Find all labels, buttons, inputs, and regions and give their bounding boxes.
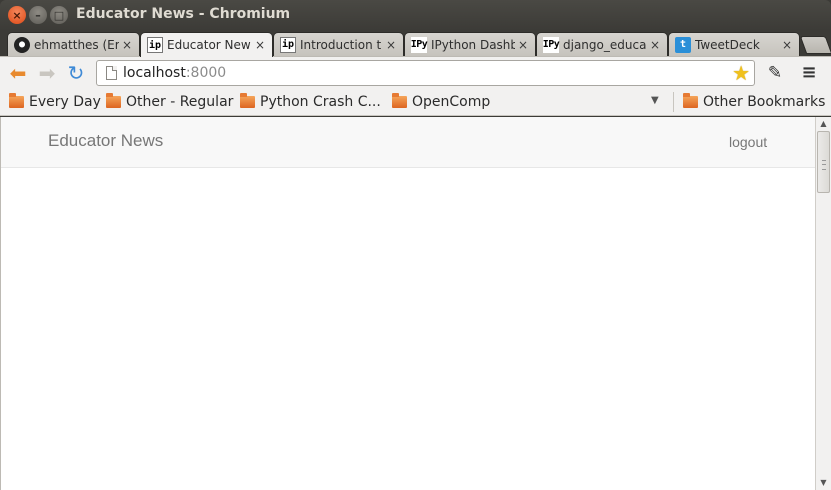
tab-close-icon[interactable]: × <box>252 38 268 52</box>
tab-django-educator[interactable]: IPy django_educa × <box>536 32 668 56</box>
tab-close-icon[interactable]: × <box>383 38 399 52</box>
window-maximize-button[interactable]: □ <box>50 6 68 24</box>
bookmark-star-icon[interactable]: ★ <box>732 62 750 84</box>
page-icon <box>106 66 117 80</box>
bookmarks-separator <box>673 92 674 112</box>
window-close-button[interactable]: × <box>8 6 26 24</box>
bookmark-opencomp[interactable]: OpenComp <box>392 92 490 112</box>
folder-icon <box>9 93 24 108</box>
tab-ipython-dashboard[interactable]: IPy IPython Dashb × <box>404 32 536 56</box>
ip-icon: ip <box>280 36 296 53</box>
tab-tweetdeck[interactable]: t TweetDeck × <box>668 32 800 56</box>
address-bar[interactable]: localhost:8000 ★ <box>96 60 755 86</box>
site-navbar: Educator News logout <box>1 117 816 168</box>
window-controls: × – □ <box>8 6 68 24</box>
tab-close-icon[interactable]: × <box>647 38 663 52</box>
bookmark-python-crash-course[interactable]: Python Crash C... <box>240 92 381 112</box>
tab-close-icon[interactable]: × <box>779 38 795 52</box>
window-minimize-button[interactable]: – <box>29 6 47 24</box>
tab-label: IPython Dashb <box>431 37 515 52</box>
bookmark-label: Other Bookmarks <box>703 94 826 110</box>
ipy-icon: IPy <box>411 36 428 53</box>
scroll-up-arrow-icon[interactable]: ▲ <box>816 117 831 131</box>
tab-label: django_educa <box>563 37 647 52</box>
tab-ehmatthes[interactable]: ● ehmatthes (Er × <box>7 32 140 56</box>
bookmarks-overflow-chevron-icon[interactable]: ▼ <box>651 95 659 106</box>
new-tab-button[interactable] <box>799 36 831 54</box>
bookmark-every-day[interactable]: Every Day <box>9 92 101 112</box>
url-host: localhost <box>123 65 186 81</box>
tab-strip: ● ehmatthes (Er × ip Educator New × ip I… <box>0 30 831 57</box>
tab-close-icon[interactable]: × <box>119 38 135 52</box>
bookmark-other-bookmarks[interactable]: Other Bookmarks <box>683 92 825 112</box>
tab-educator-news[interactable]: ip Educator New × <box>140 32 273 57</box>
ip-icon: ip <box>147 37 163 53</box>
url-port: :8000 <box>185 65 227 81</box>
browser-toolbar: ⬅ ➡ ↻ localhost:8000 ★ ✎ ≡ <box>0 56 831 88</box>
back-arrow-icon[interactable]: ⬅ <box>6 61 30 85</box>
bookmarks-bar: Every Day Other - Regular Python Crash C… <box>0 88 831 116</box>
bookmark-label: OpenComp <box>412 94 491 110</box>
bookmark-label: Python Crash C... <box>260 94 381 110</box>
bookmark-label: Every Day <box>29 94 101 110</box>
scroll-down-arrow-icon[interactable]: ▼ <box>816 476 831 490</box>
tab-label: TweetDeck <box>695 37 760 52</box>
eyedropper-icon[interactable]: ✎ <box>764 61 786 85</box>
scrollbar-grip <box>822 160 826 170</box>
tab-label: Educator New <box>167 38 251 52</box>
vertical-scrollbar[interactable]: ▲ ▼ <box>815 117 831 490</box>
ipy-icon: IPy <box>543 36 560 53</box>
bookmark-label: Other - Regular <box>126 94 234 110</box>
page-content: Educator News logout <box>0 117 816 490</box>
bookmark-other-regular[interactable]: Other - Regular <box>106 92 233 112</box>
tab-label: ehmatthes (Er <box>34 37 119 52</box>
tab-close-icon[interactable]: × <box>515 38 531 52</box>
tab-label: Introduction t <box>300 37 382 52</box>
folder-icon <box>683 93 698 108</box>
logout-link[interactable]: logout <box>729 134 767 150</box>
forward-arrow-icon[interactable]: ➡ <box>35 61 59 85</box>
site-brand-link[interactable]: Educator News <box>48 131 163 151</box>
reload-icon[interactable]: ↻ <box>64 61 88 85</box>
tab-introduction[interactable]: ip Introduction t × <box>273 32 404 56</box>
menu-icon[interactable]: ≡ <box>798 61 820 85</box>
window-title: Educator News - Chromium <box>76 6 291 22</box>
folder-icon <box>240 93 255 108</box>
twitter-icon: t <box>675 36 691 53</box>
folder-icon <box>392 93 407 108</box>
folder-icon <box>106 93 121 108</box>
github-icon: ● <box>14 36 30 53</box>
window-titlebar: × – □ Educator News - Chromium <box>0 0 831 30</box>
scrollbar-thumb[interactable] <box>817 131 830 193</box>
